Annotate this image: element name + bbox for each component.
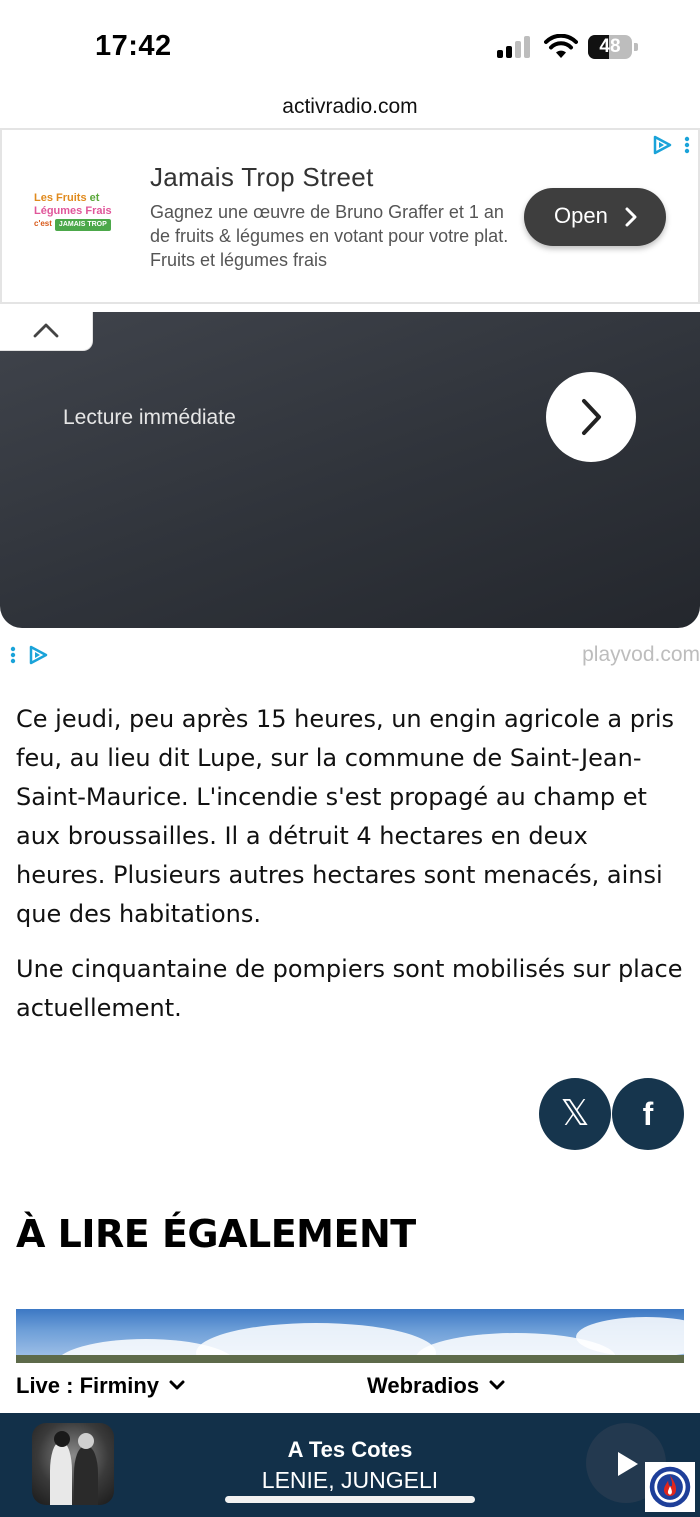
ad-open-button[interactable]: Open [524,188,666,246]
play-icon [618,1452,638,1476]
webradios-selector[interactable]: Webradios [367,1373,505,1399]
webradios-label: Webradios [367,1373,480,1398]
video-player[interactable]: Lecture immédiate [0,312,700,628]
related-section-title: À LIRE ÉGALEMENT [16,1212,416,1256]
chevron-down-icon [489,1380,505,1390]
article-body: Ce jeudi, peu après 15 heures, un engin … [16,700,684,1044]
chevron-right-icon [582,399,601,435]
article-paragraph: Une cinquantaine de pompiers sont mobili… [16,955,683,1022]
article-paragraph: Ce jeudi, peu après 15 heures, un engin … [16,705,674,928]
chevron-up-icon [33,323,59,338]
ad-banner[interactable]: Les Fruits et Légumes Frais c'est JAMAIS … [0,128,700,304]
collapse-ad-button[interactable] [0,312,93,351]
status-bar: 17:42 48 [0,0,700,92]
wifi-icon [544,34,578,58]
x-icon: 𝕏 [560,1093,590,1134]
chevron-right-icon [625,207,637,227]
player-label: Lecture immédiate [63,406,236,429]
ad-title[interactable]: Jamais Trop Street [150,162,374,193]
ad-open-label: Open [554,203,608,228]
ad-source[interactable]: playvod.com [582,643,700,667]
ad-logo: Les Fruits et Légumes Frais c'est JAMAIS … [34,192,130,242]
home-indicator [225,1496,475,1503]
next-button[interactable] [546,372,636,462]
adchoices-icon[interactable] [8,644,52,666]
cellular-signal-icon [497,36,533,58]
share-x-button[interactable]: 𝕏 [539,1078,611,1150]
station-logo-icon[interactable] [645,1462,695,1512]
related-article-image[interactable] [16,1309,684,1363]
ad-description: Gagnez une œuvre de Bruno Graffer et 1 a… [150,202,509,270]
browser-url[interactable]: activradio.com [0,92,700,124]
facebook-icon: f [642,1096,654,1132]
live-station-selector[interactable]: Live : Firminy [16,1373,185,1399]
battery-indicator: 48 [588,35,638,59]
battery-percent: 48 [599,36,621,57]
share-facebook-button[interactable]: f [612,1078,684,1150]
live-station-label: Live : Firminy [16,1373,160,1398]
adchoices-icon[interactable] [650,134,694,156]
radio-nav: Live : Firminy Webradios [0,1363,700,1413]
status-time: 17:42 [95,30,172,62]
chevron-down-icon [169,1380,185,1390]
